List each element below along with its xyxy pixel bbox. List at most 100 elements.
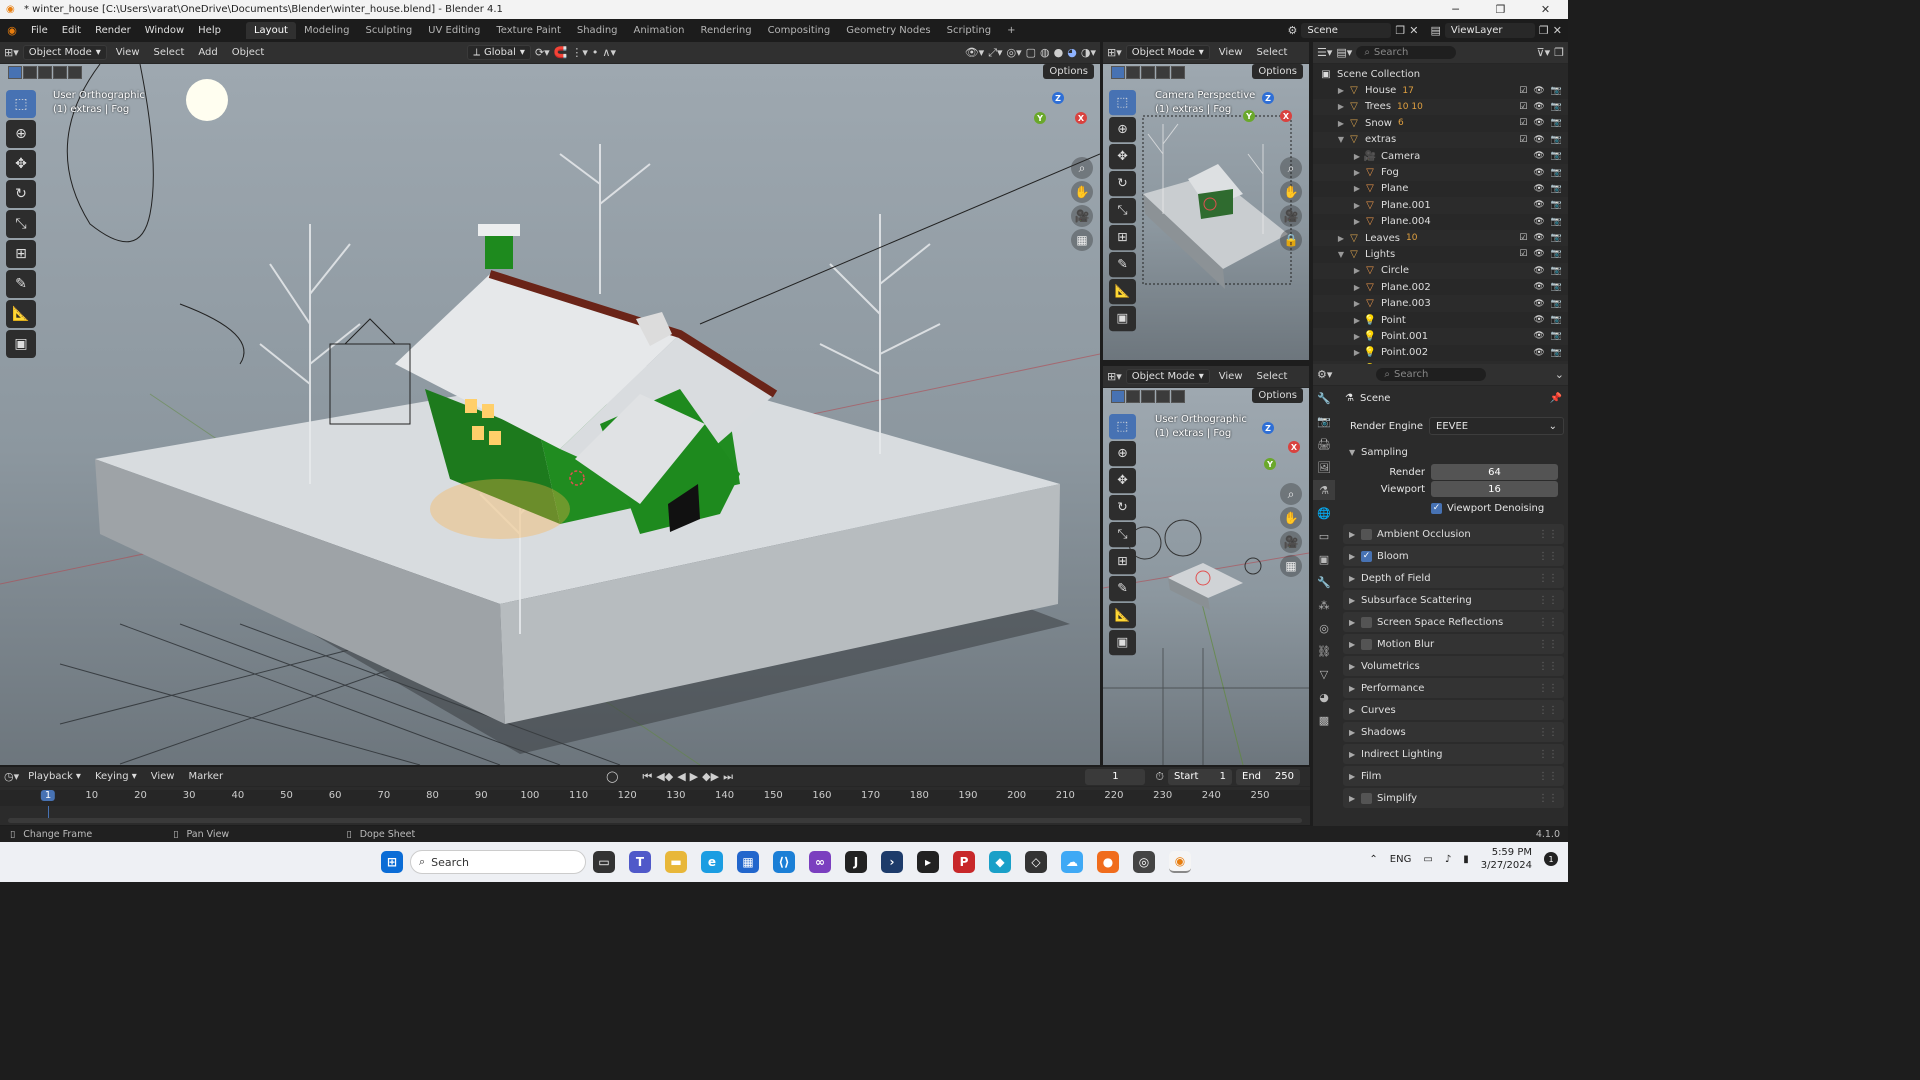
end-frame-field[interactable]: End 250 bbox=[1236, 768, 1300, 785]
visibility-icon[interactable]: 👁▾ bbox=[965, 46, 985, 59]
texture-tab-icon[interactable]: ▩ bbox=[1313, 710, 1335, 730]
outliner-row-house[interactable]: ▶ ▽ House 17 ☑ 👁 📷 bbox=[1313, 82, 1568, 98]
selection-mode-buttons[interactable] bbox=[1111, 66, 1185, 79]
expand-arrow-right-icon[interactable]: ▶ bbox=[1351, 299, 1363, 308]
gizmo-x-icon[interactable]: X bbox=[1288, 441, 1300, 453]
menu-help[interactable]: Help bbox=[191, 25, 228, 36]
outliner-search-input[interactable]: ⌕ Search bbox=[1356, 46, 1457, 59]
minimize-icon[interactable]: ─ bbox=[1433, 3, 1478, 16]
render-engine-dropdown[interactable]: EEVEE ⌄ bbox=[1429, 417, 1564, 435]
camera-view-icon[interactable]: 🎥 bbox=[1280, 205, 1302, 227]
solid-shading-icon[interactable]: ● bbox=[1054, 46, 1064, 59]
pan-hand-icon[interactable]: ✋ bbox=[1280, 181, 1302, 203]
drag-handle-icon[interactable]: ⋮⋮ bbox=[1538, 771, 1558, 782]
outliner-row-plane[interactable]: ▶ ▽ Plane 👁 📷 bbox=[1313, 181, 1568, 197]
gizmo-y-icon[interactable]: Y bbox=[1243, 110, 1255, 122]
panel-performance[interactable]: ▶ Performance ⋮⋮ bbox=[1343, 678, 1564, 698]
workspace-tab-shading[interactable]: Shading bbox=[569, 22, 626, 39]
transform-orientation-dropdown[interactable]: ⟂ Global ▾ bbox=[467, 45, 531, 60]
current-frame-marker[interactable]: 1 bbox=[40, 790, 56, 801]
panel-depth-of-field[interactable]: ▶ Depth of Field ⋮⋮ bbox=[1343, 568, 1564, 588]
editor-type-icon[interactable]: ⊞▾ bbox=[1107, 370, 1122, 383]
gizmo-y-icon[interactable]: Y bbox=[1034, 112, 1046, 124]
rendered-shading-icon[interactable]: ◑▾ bbox=[1081, 46, 1096, 59]
gizmo-z-icon[interactable]: Z bbox=[1262, 422, 1274, 434]
render-camera-icon[interactable]: 📷 bbox=[1551, 86, 1562, 96]
drag-handle-icon[interactable]: ⋮⋮ bbox=[1538, 793, 1558, 804]
drag-handle-icon[interactable]: ⋮⋮ bbox=[1538, 595, 1558, 606]
falloff-icon[interactable]: ∧▾ bbox=[602, 46, 616, 59]
visibility-eye-icon[interactable]: 👁 bbox=[1533, 282, 1544, 292]
play-reverse-icon[interactable]: ◀ bbox=[677, 770, 685, 783]
outliner-row-circle[interactable]: ▶ ▽ Circle 👁 📷 bbox=[1313, 262, 1568, 280]
annotate-tool-icon[interactable]: ✎ bbox=[1109, 252, 1136, 278]
physics-tab-icon[interactable]: ◎ bbox=[1313, 618, 1335, 638]
expand-arrow-right-icon[interactable]: ▶ bbox=[1351, 332, 1363, 341]
current-frame-field[interactable]: 1 bbox=[1085, 768, 1146, 785]
outliner-row-snow[interactable]: ▶ ▽ Snow 6 ☑ 👁 📷 bbox=[1313, 115, 1568, 131]
gizmo-toggle-icon[interactable]: ⤢▾ bbox=[988, 46, 1002, 60]
world-tab-icon[interactable]: 🌐 bbox=[1313, 503, 1335, 523]
visibility-eye-icon[interactable]: 👁 bbox=[1533, 102, 1544, 112]
outliner-row-plane-001[interactable]: ▶ ▽ Plane.001 👁 📷 bbox=[1313, 197, 1568, 214]
azure-data-studio-icon[interactable]: ◆ bbox=[989, 851, 1011, 873]
menu-add[interactable]: Add bbox=[193, 47, 222, 58]
editor-type-icon[interactable]: ◷▾ bbox=[4, 770, 19, 783]
store-icon[interactable]: ▦ bbox=[737, 851, 759, 873]
menu-select[interactable]: Select bbox=[1252, 371, 1293, 382]
unity-icon[interactable]: ◇ bbox=[1025, 851, 1047, 873]
menu-keying[interactable]: Keying ▾ bbox=[90, 771, 142, 782]
workspace-tab-rendering[interactable]: Rendering bbox=[692, 22, 759, 39]
menu-window[interactable]: Window bbox=[138, 25, 191, 36]
outliner-row-trees[interactable]: ▶ ▽ Trees 10 10 ☑ 👁 📷 bbox=[1313, 98, 1568, 116]
render-camera-icon[interactable]: 📷 bbox=[1551, 331, 1562, 341]
exclude-checkbox-icon[interactable]: ☑ bbox=[1519, 102, 1527, 112]
chevron-down-icon[interactable]: ⌄ bbox=[1555, 368, 1564, 381]
render-camera-icon[interactable]: 📷 bbox=[1551, 266, 1562, 276]
measure-tool-icon[interactable]: 📐 bbox=[6, 300, 36, 328]
expand-arrow-right-icon[interactable]: ▶ bbox=[1351, 348, 1363, 357]
camera-3d-viewport[interactable]: Options Camera Perspective (1) extras | … bbox=[1103, 64, 1309, 360]
workspace-tab-layout[interactable]: Layout bbox=[245, 22, 296, 39]
editor-type-icon[interactable]: ⊞▾ bbox=[1107, 46, 1122, 59]
outliner-row-camera[interactable]: ▶ 🎥 Camera 👁 📷 bbox=[1313, 148, 1568, 164]
jump-keyframe-back-icon[interactable]: ◀◆ bbox=[656, 770, 673, 783]
transform-tool-icon[interactable]: ⊞ bbox=[1109, 225, 1136, 251]
expand-arrow-right-icon[interactable]: ▶ bbox=[1351, 152, 1363, 161]
frame-ruler[interactable]: 1 10 20 30 40 50 60 70 80 90 100 110 120 130 140 150 160… bbox=[0, 790, 1310, 820]
menu-view[interactable]: View bbox=[1214, 371, 1248, 382]
visibility-eye-icon[interactable]: 👁 bbox=[1533, 348, 1544, 358]
teams-icon[interactable]: T bbox=[629, 851, 651, 873]
outliner-row-lights[interactable]: ▼ ▽ Lights ☑ 👁 📷 bbox=[1313, 246, 1568, 262]
add-workspace-icon[interactable]: + bbox=[999, 22, 1023, 39]
panel-ambient-occlusion[interactable]: ▶ Ambient Occlusion ⋮⋮ bbox=[1343, 524, 1564, 544]
cursor-tool-icon[interactable]: ⊕ bbox=[1109, 117, 1136, 143]
cloud-app-icon[interactable]: ☁ bbox=[1061, 851, 1083, 873]
outliner-root-row[interactable]: ▣ Scene Collection bbox=[1313, 66, 1568, 82]
drag-handle-icon[interactable]: ⋮⋮ bbox=[1538, 727, 1558, 738]
material-preview-shading-icon[interactable]: ◕ bbox=[1067, 46, 1077, 59]
expand-arrow-right-icon[interactable]: ▶ bbox=[1351, 316, 1363, 325]
editor-type-icon[interactable]: ⊞▾ bbox=[4, 46, 19, 59]
panel-enable-checkbox[interactable] bbox=[1361, 528, 1372, 540]
lock-camera-icon[interactable]: 🔒 bbox=[1280, 229, 1302, 251]
visibility-eye-icon[interactable]: 👁 bbox=[1533, 168, 1544, 178]
notification-badge[interactable]: 1 bbox=[1544, 852, 1558, 866]
outliner-row-point-001[interactable]: ▶ 💡 Point.001 👁 📷 bbox=[1313, 328, 1568, 345]
filter-icon[interactable]: ⊽▾ bbox=[1537, 46, 1551, 59]
move-tool-icon[interactable]: ✥ bbox=[1109, 144, 1136, 170]
view-layer-name-field[interactable]: ViewLayer bbox=[1444, 23, 1535, 38]
visibility-eye-icon[interactable]: 👁 bbox=[1533, 315, 1544, 325]
maximize-icon[interactable]: ❐ bbox=[1478, 3, 1523, 16]
options-dropdown[interactable]: Options bbox=[1252, 388, 1303, 403]
add-cube-tool-icon[interactable]: ▣ bbox=[1109, 630, 1136, 656]
volume-icon[interactable]: ♪ bbox=[1445, 854, 1451, 865]
overlay-toggle-icon[interactable]: ◎▾ bbox=[1007, 46, 1022, 59]
tool-tab-icon[interactable]: 🔧 bbox=[1313, 388, 1335, 408]
outliner-row-fog[interactable]: ▶ ▽ Fog 👁 📷 bbox=[1313, 164, 1568, 181]
drag-handle-icon[interactable]: ⋮⋮ bbox=[1538, 573, 1558, 584]
outliner-row-point[interactable]: ▶ 💡 Point 👁 📷 bbox=[1313, 312, 1568, 328]
windows-start-icon[interactable]: ⊞ bbox=[381, 851, 403, 873]
visibility-eye-icon[interactable]: 👁 bbox=[1533, 200, 1544, 210]
visibility-eye-icon[interactable]: 👁 bbox=[1533, 118, 1544, 128]
